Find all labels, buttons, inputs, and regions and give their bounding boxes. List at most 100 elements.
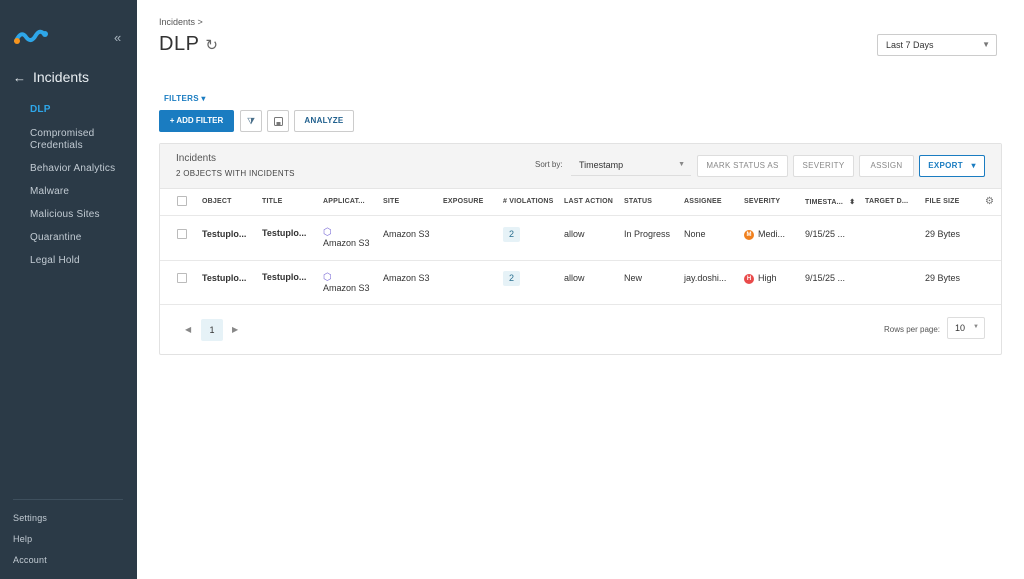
analyze-button[interactable]: ANALYZE <box>294 110 354 132</box>
cell-file-size: 29 Bytes <box>925 229 961 239</box>
column-header-exposure[interactable]: EXPOSURE <box>443 198 484 205</box>
cell-title: Testuplo... <box>262 272 307 282</box>
timestamp-header-label: TIMESTA... <box>805 199 844 206</box>
back-to-incidents[interactable]: ← Incidents <box>13 69 89 85</box>
cell-object[interactable]: Testuplo... <box>202 229 246 239</box>
saved-filters-button[interactable]: ⧩ <box>240 110 262 132</box>
severity-text: Medi... <box>758 229 786 239</box>
row-divider <box>160 260 1001 261</box>
cell-severity: H High <box>744 273 777 284</box>
violations-badge[interactable]: 2 <box>503 227 520 242</box>
sidebar-divider <box>13 499 123 500</box>
settings-link[interactable]: Settings <box>13 513 47 523</box>
netskope-logo[interactable] <box>13 26 49 46</box>
column-header-severity[interactable]: SEVERITY <box>744 198 780 205</box>
add-filter-button[interactable]: + ADD FILTER <box>159 110 234 132</box>
cell-status: In Progress <box>624 229 671 239</box>
caret-down-icon: ▾ <box>971 161 976 170</box>
severity-text: High <box>758 273 777 283</box>
column-header-site[interactable]: SITE <box>383 198 399 205</box>
filter-list-icon: ⧩ <box>246 115 256 126</box>
page-title: DLP ↻ <box>159 33 218 56</box>
account-link[interactable]: Account <box>13 555 47 565</box>
sort-by-select[interactable]: Timestamp ▼ <box>571 156 691 176</box>
application-name: Amazon S3 <box>323 238 370 248</box>
sidebar-item-malicious-sites[interactable]: Malicious Sites <box>30 209 130 221</box>
severity-button[interactable]: SEVERITY <box>793 155 854 177</box>
column-header-status[interactable]: STATUS <box>624 198 652 205</box>
cube-icon: ⬡ <box>323 272 332 283</box>
save-filter-button[interactable] <box>267 110 289 132</box>
collapse-sidebar-icon[interactable]: « <box>114 30 121 45</box>
cell-site: Amazon S3 <box>383 273 430 283</box>
help-link[interactable]: Help <box>13 534 47 544</box>
sort-icon: ⬍ <box>849 199 856 206</box>
sidebar: « ← Incidents DLP Compromised Credential… <box>0 0 137 579</box>
filters-toggle[interactable]: FILTERS ▾ <box>164 94 206 103</box>
cell-object[interactable]: Testuplo... <box>202 273 246 283</box>
rows-per-page-select[interactable]: 10 ▼ <box>947 317 985 339</box>
rows-per-page-label: Rows per page: <box>884 325 941 334</box>
sidebar-item-behavior-analytics[interactable]: Behavior Analytics <box>30 163 130 175</box>
date-range-select[interactable]: Last 7 Days ▼ <box>877 34 997 56</box>
column-header-assignee[interactable]: ASSIGNEE <box>684 198 722 205</box>
cell-timestamp: 9/15/25 ... <box>805 273 846 283</box>
row-checkbox[interactable] <box>177 229 187 239</box>
cell-assignee: jay.doshi... <box>684 273 727 283</box>
row-checkbox[interactable] <box>177 273 187 283</box>
sidebar-item-quarantine[interactable]: Quarantine <box>30 232 130 244</box>
chevron-down-icon: ▼ <box>982 40 990 49</box>
main-content: Incidents > DLP ↻ Last 7 Days ▼ FILTERS … <box>137 0 1024 579</box>
back-label: Incidents <box>33 69 90 85</box>
column-header-violations[interactable]: # VIOLATIONS <box>503 198 554 205</box>
cell-title: Testuplo... <box>262 228 307 238</box>
application-name: Amazon S3 <box>323 283 370 293</box>
sidebar-bottom-links: Settings Help Account <box>13 513 47 576</box>
column-header-file-size[interactable]: FILE SIZE <box>925 198 959 205</box>
cell-file-size: 29 Bytes <box>925 273 961 283</box>
refresh-icon[interactable]: ↻ <box>205 36 218 54</box>
date-range-value: Last 7 Days <box>886 40 934 50</box>
export-label: EXPORT <box>928 161 963 170</box>
rows-per-page-value: 10 <box>955 323 966 333</box>
cell-site: Amazon S3 <box>383 229 430 239</box>
cube-icon: ⬡ <box>323 227 332 238</box>
page-number-current[interactable]: 1 <box>201 319 223 341</box>
next-page-icon[interactable]: ▶ <box>232 325 238 334</box>
cell-severity: M Medi... <box>744 229 785 240</box>
cell-assignee: None <box>684 229 706 239</box>
chevron-down-icon: ▼ <box>973 324 979 330</box>
arrow-left-icon: ← <box>13 69 26 85</box>
severity-medium-icon: M <box>744 229 754 240</box>
sort-by-label: Sort by: <box>535 160 563 169</box>
save-icon <box>273 116 283 126</box>
column-header-last-action[interactable]: LAST ACTION <box>564 198 613 205</box>
gear-icon[interactable]: ⚙ <box>985 196 994 207</box>
breadcrumb[interactable]: Incidents > <box>159 17 203 27</box>
incidents-table-panel: Incidents 2 OBJECTS WITH INCIDENTS Sort … <box>159 143 1002 355</box>
row-divider <box>160 304 1001 305</box>
column-header-timestamp[interactable]: TIMESTA... ⬍ <box>805 198 855 206</box>
cell-last-action: allow <box>564 229 585 239</box>
cell-application: ⬡ Amazon S3 <box>323 272 370 293</box>
violations-badge[interactable]: 2 <box>503 271 520 286</box>
sidebar-item-legal-hold[interactable]: Legal Hold <box>30 255 130 267</box>
caret-down-icon: ▾ <box>201 94 206 103</box>
column-header-target[interactable]: TARGET D... <box>865 198 908 205</box>
column-header-title[interactable]: TITLE <box>262 198 282 205</box>
sidebar-item-compromised-credentials[interactable]: Compromised Credentials <box>30 128 130 152</box>
filters-label: FILTERS <box>164 94 199 103</box>
column-header-application[interactable]: APPLICAT... <box>323 198 365 205</box>
column-header-object[interactable]: OBJECT <box>202 198 232 205</box>
assign-button[interactable]: ASSIGN <box>859 155 914 177</box>
sidebar-item-dlp[interactable]: DLP <box>30 104 130 116</box>
row-divider <box>160 215 1001 216</box>
sidebar-item-malware[interactable]: Malware <box>30 186 130 198</box>
export-button[interactable]: EXPORT ▾ <box>919 155 985 177</box>
chevron-down-icon: ▼ <box>678 161 685 168</box>
select-all-checkbox[interactable] <box>177 196 187 206</box>
mark-status-button[interactable]: MARK STATUS AS <box>697 155 788 177</box>
prev-page-icon[interactable]: ◀ <box>185 325 191 334</box>
incidents-nav: DLP Compromised Credentials Behavior Ana… <box>30 104 130 278</box>
cell-application: ⬡ Amazon S3 <box>323 227 370 248</box>
